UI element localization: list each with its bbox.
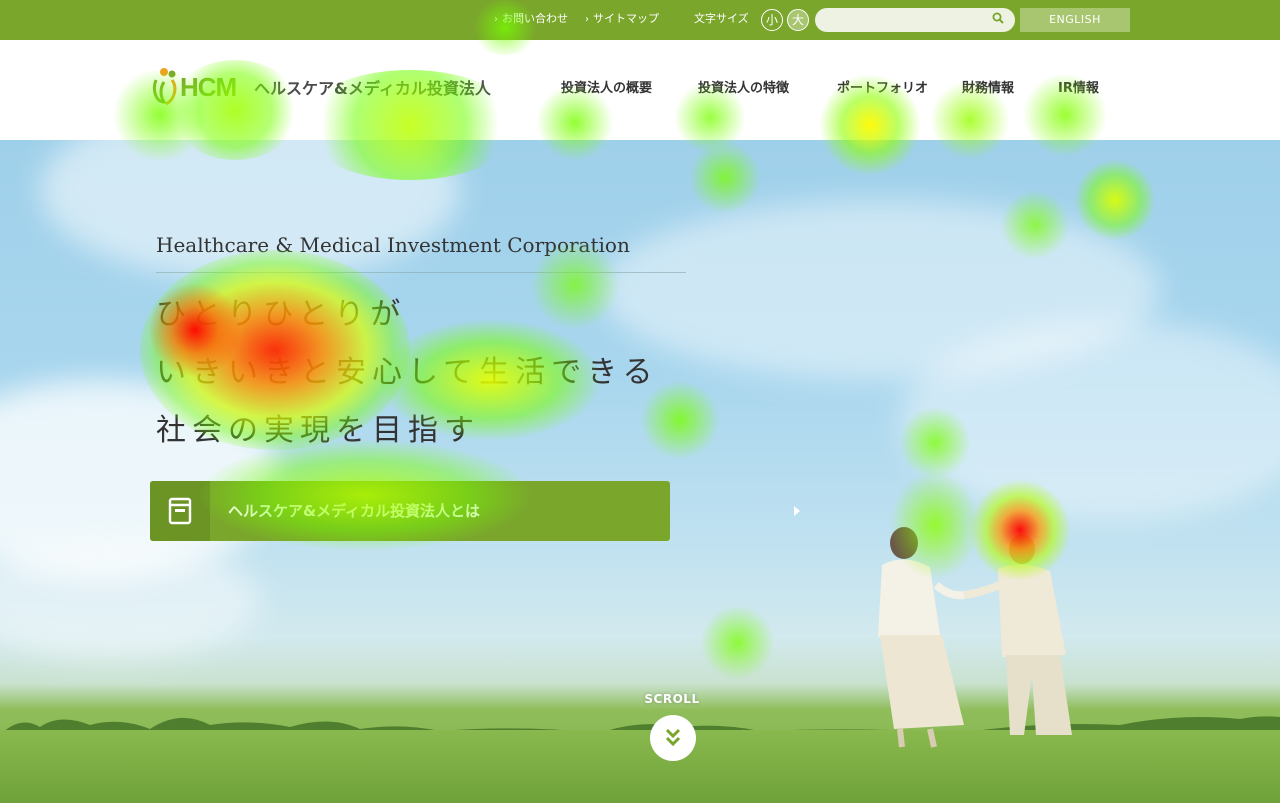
hero-tagline-line: ひとりひとりが (156, 297, 407, 332)
scroll-label: SCROLL (644, 692, 700, 706)
site-logo[interactable]: HCM ヘルスケア&メディカル投資法人 (150, 66, 530, 106)
logo-company-name: ヘルスケア&メディカル投資法人 (254, 79, 491, 98)
hero-section: Healthcare & Medical Investment Corporat… (0, 140, 1280, 803)
couple-photo (878, 527, 1072, 748)
hero-tagline-line: 社会の実現を目指す (156, 413, 480, 448)
hero-tagline-en: Healthcare & Medical Investment Corporat… (156, 233, 630, 257)
nav-financial-info[interactable]: 財務情報 (962, 81, 1014, 97)
nav-features[interactable]: 投資法人の特徴 (698, 81, 789, 97)
nav-ir-info[interactable]: IR情報 (1058, 81, 1099, 97)
font-size-label: 文字サイズ (694, 12, 749, 25)
cloud (40, 140, 460, 280)
english-button[interactable]: ENGLISH (1020, 8, 1130, 32)
font-size-small-button[interactable]: 小 (761, 9, 783, 31)
double-chevron-down-icon (665, 728, 681, 747)
nav-portfolio[interactable]: ポートフォリオ (837, 81, 928, 97)
search-icon[interactable] (992, 12, 1004, 24)
hero-tagline-line: いきいきと安心して生活できる (156, 355, 659, 390)
sitemap-link[interactable]: › サイトマップ (585, 12, 659, 27)
about-corporation-button[interactable]: ヘルスケア&メディカル投資法人とは (150, 481, 800, 541)
arrow-right-icon (794, 506, 800, 516)
nav-overview[interactable]: 投資法人の概要 (561, 81, 652, 97)
scroll-down-button[interactable] (650, 715, 696, 761)
book-icon (168, 497, 192, 525)
about-button-icon-box (150, 481, 210, 541)
hero-tagline-jp: ひとりひとりが いきいきと安心して生活できる 社会の実現を目指す (156, 286, 659, 460)
logo-hcm-text: HCM (180, 72, 237, 102)
contact-link[interactable]: › お問い合わせ (494, 12, 568, 27)
top-utility-bar: › お問い合わせ › サイトマップ 文字サイズ 小 大 ENGLISH (0, 0, 1280, 40)
chevron-right-icon: › (585, 14, 589, 25)
hero-divider (156, 272, 686, 273)
site-header: HCM ヘルスケア&メディカル投資法人 投資法人の概要 投資法人の特徴 ポートフ… (0, 40, 1280, 140)
font-size-large-button[interactable]: 大 (787, 9, 809, 31)
about-button-label: ヘルスケア&メディカル投資法人とは (228, 502, 481, 520)
chevron-right-icon: › (494, 14, 498, 25)
cloud (0, 540, 260, 660)
sitemap-link-label: サイトマップ (593, 12, 659, 25)
contact-link-label: お問い合わせ (502, 12, 568, 25)
logo-mark-icon (152, 68, 177, 106)
search-input[interactable] (815, 8, 1015, 32)
